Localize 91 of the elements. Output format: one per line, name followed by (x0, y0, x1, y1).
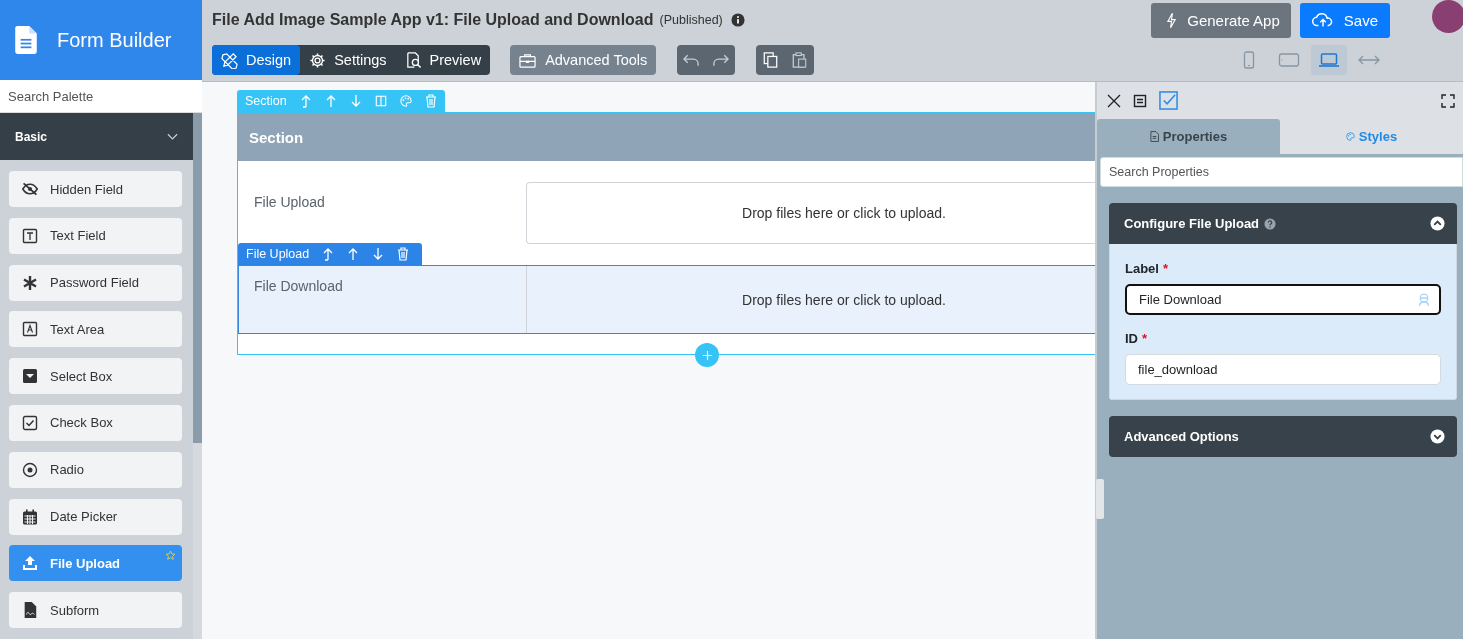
arrow-down-icon[interactable] (349, 94, 362, 108)
panel-header[interactable]: Advanced Options (1109, 416, 1457, 457)
field-label: Label (1125, 261, 1159, 276)
chevron-down-icon (1430, 429, 1445, 444)
required-mark: * (1162, 261, 1169, 276)
mode-tab[interactable]: Settings (300, 45, 396, 75)
palette-item[interactable]: Radio (9, 451, 182, 488)
arrow-up-icon[interactable] (347, 247, 360, 261)
selected-field-row[interactable]: File Download Drop files here or click to upload. (238, 265, 1095, 334)
clipboard-icon (791, 52, 809, 68)
scrollbar[interactable] (193, 113, 202, 443)
trash-icon[interactable] (424, 94, 437, 108)
undo-icon (683, 52, 701, 68)
document-icon (15, 26, 37, 54)
calendar-icon (22, 508, 38, 525)
palette-icon (1345, 131, 1355, 142)
mode-tab[interactable]: Design (212, 45, 301, 75)
briefcase-icon (519, 51, 537, 69)
palette-item[interactable]: Subform (9, 592, 182, 629)
field-label: File Download (254, 278, 343, 294)
asterisk-icon (22, 274, 38, 291)
palette-item[interactable]: Check Box (9, 405, 182, 441)
cloud-upload-icon (1311, 12, 1334, 28)
checkbox-icon[interactable] (1159, 91, 1178, 110)
dropdown-icon (22, 368, 38, 385)
toolbar-label: File Upload (246, 247, 310, 261)
save-button[interactable]: Save (1299, 2, 1390, 38)
app-title: Form Builder (57, 28, 172, 52)
plus-icon (701, 349, 713, 361)
mode-tab[interactable]: Preview (395, 45, 491, 75)
required-mark: * (1142, 331, 1148, 346)
properties-tab[interactable]: Properties (1097, 119, 1280, 154)
info-icon[interactable] (730, 13, 745, 27)
lightning-icon (1166, 11, 1178, 29)
avatar[interactable] (1432, 0, 1463, 33)
document-icon (22, 602, 38, 619)
page-title: File Add Image Sample App v1: File Upload and Download (212, 11, 654, 29)
text-field[interactable]: File Download (1125, 284, 1441, 315)
star-icon[interactable] (165, 550, 176, 562)
document-search-icon (404, 51, 422, 69)
palette-item[interactable]: Hidden Field (9, 171, 182, 207)
toolbar-label: Section (245, 94, 287, 108)
copy-icon (762, 52, 780, 68)
radio-icon (22, 461, 38, 478)
person-icon (1418, 292, 1430, 307)
columns-icon[interactable] (374, 94, 387, 108)
search-field[interactable]: Search Palette (0, 80, 202, 113)
panel-title: Advanced Options (1124, 429, 1239, 444)
generate-app-button[interactable]: Generate App (1151, 2, 1291, 38)
tablet-icon (1278, 50, 1300, 70)
palette-item[interactable]: Select Box (9, 358, 182, 395)
upload-icon (22, 555, 38, 572)
palette-item[interactable]: Text Area (9, 311, 182, 348)
help-icon[interactable] (1264, 217, 1277, 230)
chevron-down-icon (1430, 216, 1445, 231)
text-field[interactable]: file_download (1125, 354, 1441, 385)
section-header: Section (238, 114, 1095, 161)
palette-item[interactable]: Date Picker (9, 498, 182, 535)
group-header[interactable]: Basic (0, 113, 193, 160)
redo-icon (712, 52, 730, 68)
fullscreen-icon[interactable] (1441, 93, 1455, 108)
add-button[interactable] (695, 343, 719, 367)
text-box-icon (22, 227, 38, 244)
field-label: ID (1125, 331, 1138, 346)
device-button[interactable] (1311, 45, 1347, 75)
pencil-ruler-icon (221, 51, 238, 69)
panel-header[interactable]: Configure File Upload (1109, 203, 1457, 244)
move-up-icon[interactable] (322, 247, 335, 261)
status-label: (Published) (659, 13, 723, 27)
move-up-icon[interactable] (299, 94, 312, 108)
palette-icon[interactable] (399, 94, 412, 108)
panel-title: Configure File Upload (1124, 216, 1260, 231)
arrow-down-icon[interactable] (372, 247, 385, 261)
panel-icon[interactable] (1133, 93, 1147, 108)
palette-item[interactable]: Text Field (9, 217, 182, 254)
palette-item[interactable]: Password Field (9, 264, 182, 301)
dropzone[interactable]: Drop files here or click to upload. (526, 182, 1095, 244)
search-field[interactable]: Search Properties (1100, 157, 1463, 187)
laptop-icon (1318, 50, 1340, 70)
field-label: File Upload (254, 194, 325, 210)
checkbox-icon (22, 415, 38, 431)
resize-handle[interactable] (1096, 479, 1104, 519)
arrow-up-icon[interactable] (324, 94, 337, 108)
trash-icon[interactable] (397, 247, 410, 261)
chevron-icon (167, 132, 178, 141)
text-area-icon (22, 321, 38, 338)
settings-icon (309, 51, 327, 69)
document-icon (1149, 131, 1159, 142)
eye-slash-icon (22, 181, 38, 197)
advanced-tools-button[interactable]: Advanced Tools (510, 45, 657, 75)
close-icon[interactable] (1107, 93, 1121, 108)
